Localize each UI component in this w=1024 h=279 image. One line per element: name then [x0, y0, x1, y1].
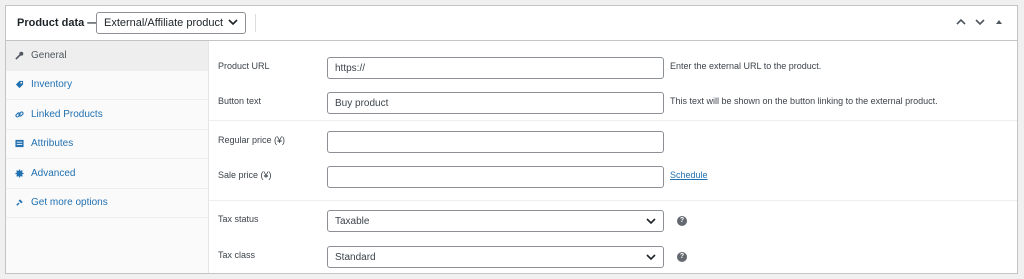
product-data-panel: Product data — External/Affiliate produc…	[5, 5, 1018, 274]
button-text-label: Button text	[218, 96, 262, 106]
tab-general[interactable]: General	[6, 41, 208, 71]
chevron-down-icon	[228, 19, 238, 26]
product-data-tabs: General Inventory Linked Products Attrib…	[6, 41, 209, 273]
list-icon	[15, 140, 24, 148]
tax-status-select[interactable]: Taxable	[327, 210, 664, 232]
panel-header: Product data — External/Affiliate produc…	[6, 6, 1017, 41]
tab-label: General	[31, 49, 67, 61]
tax-status-value: Taxable	[335, 216, 370, 227]
product-url-row: Product URL https:// Enter the external …	[209, 57, 1017, 79]
tax-status-row: Tax status Taxable ?	[209, 210, 1017, 232]
panel-title: Product data —	[17, 17, 99, 29]
help-icon[interactable]: ?	[677, 216, 687, 226]
schedule-link[interactable]: Schedule	[670, 170, 708, 180]
button-text-row: Button text Buy product This text will b…	[209, 92, 1017, 114]
header-divider	[255, 14, 256, 32]
tab-linked-products[interactable]: Linked Products	[6, 100, 208, 130]
product-type-select[interactable]: External/Affiliate product	[96, 12, 246, 34]
tab-attributes[interactable]: Attributes	[6, 130, 208, 159]
button-text-description: This text will be shown on the button li…	[670, 96, 938, 106]
plug-icon	[16, 199, 23, 206]
tax-class-select[interactable]: Standard	[327, 246, 664, 268]
tag-icon	[15, 81, 24, 89]
move-down-icon[interactable]	[973, 15, 987, 29]
tab-label: Linked Products	[31, 108, 103, 120]
chevron-down-icon	[646, 218, 656, 225]
sale-price-input[interactable]	[327, 166, 664, 188]
product-type-value: External/Affiliate product	[104, 17, 224, 29]
tab-label: Get more options	[31, 197, 108, 209]
tab-get-more-options[interactable]: Get more options	[6, 189, 208, 218]
tab-label: Inventory	[31, 79, 73, 91]
collapse-toggle-icon[interactable]	[992, 15, 1006, 29]
move-up-icon[interactable]	[954, 15, 968, 29]
tax-class-value: Standard	[335, 252, 376, 263]
tax-status-label: Tax status	[218, 214, 259, 224]
chevron-down-icon	[646, 254, 656, 261]
regular-price-label: Regular price (¥)	[218, 135, 286, 145]
pricing-group: Regular price (¥) Sale price (¥) Schedul…	[209, 121, 1017, 201]
tax-class-row: Tax class Standard ?	[209, 246, 1017, 268]
sale-price-label: Sale price (¥)	[218, 170, 272, 180]
regular-price-row: Regular price (¥)	[209, 131, 1017, 153]
product-url-label: Product URL	[218, 61, 270, 71]
help-icon[interactable]: ?	[677, 252, 687, 262]
wrench-icon	[15, 51, 24, 60]
link-icon	[15, 111, 24, 118]
gear-icon	[15, 169, 24, 178]
general-panel: Product URL https:// Enter the external …	[209, 41, 1017, 274]
tab-advanced[interactable]: Advanced	[6, 159, 208, 189]
tax-class-label: Tax class	[218, 250, 256, 260]
regular-price-input[interactable]	[327, 131, 664, 153]
sale-price-row: Sale price (¥) Schedule	[209, 166, 1017, 188]
tab-label: Attributes	[31, 138, 74, 150]
tab-inventory[interactable]: Inventory	[6, 71, 208, 100]
product-url-input[interactable]: https://	[327, 57, 664, 79]
tax-group: Tax status Taxable ? Tax class Standard …	[209, 201, 1017, 274]
button-text-input[interactable]: Buy product	[327, 92, 664, 114]
product-url-description: Enter the external URL to the product.	[670, 61, 822, 71]
tab-label: Advanced	[31, 167, 76, 179]
url-options-group: Product URL https:// Enter the external …	[209, 41, 1017, 121]
